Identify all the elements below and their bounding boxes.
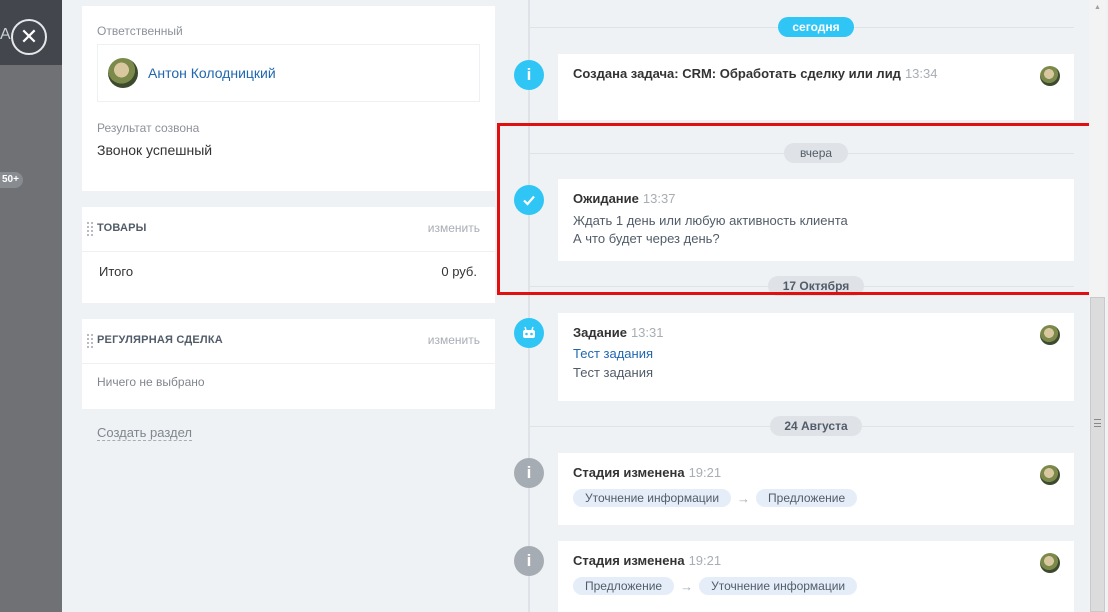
- info-icon: i: [514, 60, 544, 90]
- products-title: ТОВАРЫ: [97, 222, 147, 234]
- timeline-item-title: Стадия изменена 19:21: [573, 553, 1059, 568]
- avatar: [1040, 66, 1060, 86]
- stage-from: Уточнение информации: [573, 489, 732, 507]
- stage-transition: Предложение → Уточнение информации: [573, 577, 1059, 595]
- wait-line-1: Ждать 1 день или любую активность клиент…: [573, 213, 848, 228]
- grip-icon: [1094, 419, 1101, 427]
- regular-deal-header: РЕГУЛЯРНАЯ СДЕЛКА изменить: [82, 319, 495, 364]
- close-button[interactable]: ✕: [11, 19, 47, 55]
- date-oct17: 17 Октября: [768, 276, 864, 296]
- item-title-text: Ожидание: [573, 191, 639, 206]
- wait-description: Ждать 1 день или любую активность клиент…: [573, 212, 1059, 248]
- item-time: 13:31: [630, 325, 664, 340]
- timeline-item-title: Создана задача: CRM: Обработать сделку и…: [573, 66, 1059, 81]
- avatar: [1040, 553, 1060, 573]
- stage-to: Уточнение информации: [699, 577, 858, 595]
- timeline-item-title: Ожидание 13:37: [573, 191, 1059, 206]
- robot-icon: [514, 318, 544, 348]
- drag-handle-icon[interactable]: [86, 333, 94, 349]
- deal-fields-card: Ответственный Антон Колодницкий Результа…: [82, 6, 495, 191]
- stage-from: Предложение: [573, 577, 675, 595]
- products-total-label: Итого: [99, 264, 134, 279]
- date-today: сегодня: [778, 17, 854, 37]
- assignment-text: Тест задания: [573, 365, 653, 380]
- timeline-item-assignment: Задание 13:31 Тест задания Тест задания: [558, 313, 1074, 401]
- item-time: 13:37: [642, 191, 676, 206]
- products-header: ТОВАРЫ изменить: [82, 207, 495, 252]
- item-title-text: Стадия изменена: [573, 553, 685, 568]
- call-result-label: Результат созвона: [97, 121, 200, 135]
- assignment-link[interactable]: Тест задания: [573, 346, 1059, 361]
- stage-to: Предложение: [756, 489, 858, 507]
- slider-overlay: [0, 0, 62, 612]
- timeline-item-wait: Ожидание 13:37 Ждать 1 день или любую акт…: [558, 179, 1074, 261]
- avatar: [108, 58, 138, 88]
- timeline-item-title: Стадия изменена 19:21: [573, 465, 1059, 480]
- scrollbar-thumb[interactable]: [1090, 297, 1105, 612]
- info-icon: i: [514, 458, 544, 488]
- arrow-right-icon: →: [737, 490, 751, 506]
- avatar: [1040, 465, 1060, 485]
- avatar: [1040, 325, 1060, 345]
- products-section: ТОВАРЫ изменить Итого 0 руб.: [82, 207, 495, 303]
- call-result-value: Звонок успешный: [97, 142, 213, 158]
- timeline-item-title: Задание 13:31: [573, 325, 1059, 340]
- check-icon: [514, 185, 544, 215]
- arrow-right-icon: →: [680, 578, 694, 594]
- counter-badge: 50+: [0, 172, 23, 188]
- close-icon: ✕: [19, 24, 39, 49]
- responsible-user-link[interactable]: Антон Колодницкий: [148, 65, 276, 81]
- regular-deal-edit-link[interactable]: изменить: [428, 333, 480, 347]
- responsible-user[interactable]: Антон Колодницкий: [97, 44, 480, 102]
- item-time: 13:34: [904, 66, 938, 81]
- regular-deal-title: РЕГУЛЯРНАЯ СДЕЛКА: [97, 334, 223, 346]
- wait-line-2: А что будет через день?: [573, 231, 720, 246]
- timeline-item-task-created: Создана задача: CRM: Обработать сделку и…: [558, 54, 1074, 120]
- regular-deal-empty: Ничего не выбрано: [97, 375, 205, 389]
- item-time: 19:21: [688, 553, 722, 568]
- products-total-value: 0 руб.: [441, 264, 477, 279]
- products-edit-link[interactable]: изменить: [428, 221, 480, 235]
- timeline-item-stage-changed: Стадия изменена 19:21 Уточнение информаци…: [558, 453, 1074, 525]
- regular-deal-section: РЕГУЛЯРНАЯ СДЕЛКА изменить Ничего не выб…: [82, 319, 495, 409]
- info-icon: i: [514, 546, 544, 576]
- timeline-line: [528, 0, 530, 612]
- date-yesterday: вчера: [784, 143, 848, 163]
- deal-slider-panel: Ответственный Антон Колодницкий Результа…: [62, 0, 1108, 612]
- item-time: 19:21: [688, 465, 722, 480]
- drag-handle-icon[interactable]: [86, 221, 94, 237]
- overlay-letter: A: [0, 26, 11, 43]
- scroll-up-arrow-icon[interactable]: ▲: [1089, 4, 1106, 14]
- create-section-link[interactable]: Создать раздел: [97, 425, 192, 441]
- item-title-text: Задание: [573, 325, 627, 340]
- item-title-text: Стадия изменена: [573, 465, 685, 480]
- responsible-label: Ответственный: [97, 24, 183, 38]
- timeline-item-stage-changed: Стадия изменена 19:21 Предложение → Уточн…: [558, 541, 1074, 612]
- scrollbar[interactable]: ▲: [1089, 0, 1106, 612]
- stage-transition: Уточнение информации → Предложение: [573, 489, 1059, 507]
- item-title-text: Создана задача: CRM: Обработать сделку и…: [573, 66, 901, 81]
- date-aug24: 24 Августа: [770, 416, 862, 436]
